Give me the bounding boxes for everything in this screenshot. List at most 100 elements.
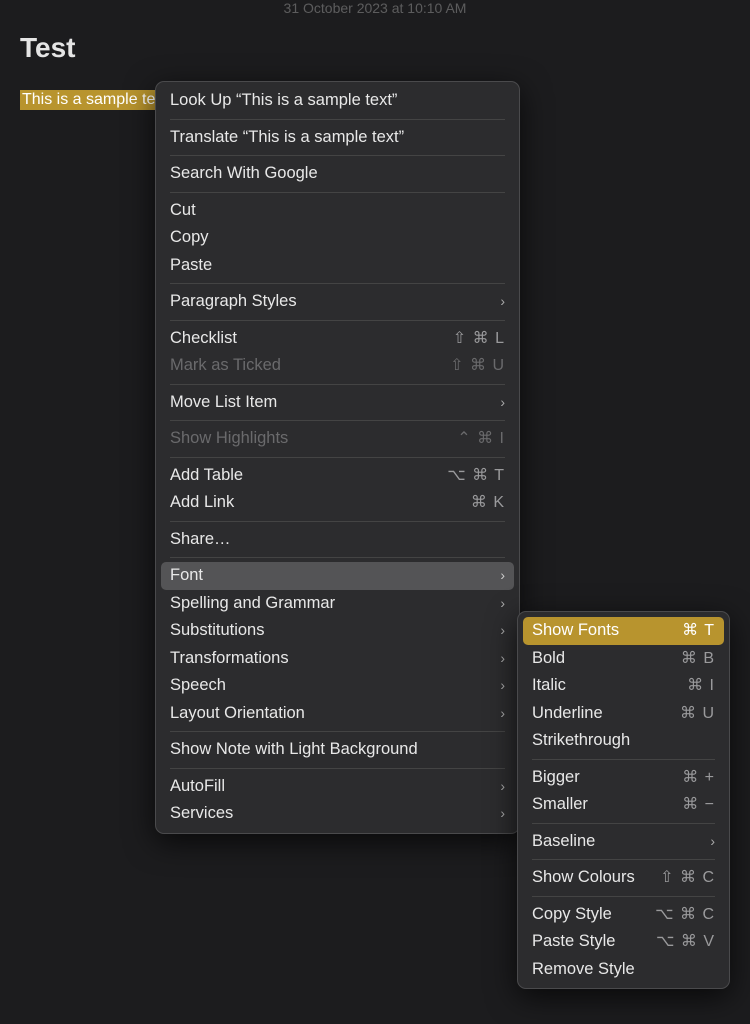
submenu-bold-label: Bold	[532, 648, 681, 670]
menu-spelling-label: Spelling and Grammar	[170, 593, 500, 615]
submenu-strikethrough[interactable]: Strikethrough	[518, 727, 729, 755]
menu-translate-label: Translate “This is a sample text”	[170, 127, 505, 149]
menu-copy-label: Copy	[170, 227, 505, 249]
menu-font-label: Font	[170, 565, 500, 587]
menu-separator	[170, 192, 505, 193]
menu-transformations-label: Transformations	[170, 648, 500, 670]
menu-cut[interactable]: Cut	[156, 197, 519, 225]
note-timestamp: 31 October 2023 at 10:10 AM	[0, 0, 750, 16]
menu-light-background[interactable]: Show Note with Light Background	[156, 736, 519, 764]
chevron-right-icon: ›	[500, 593, 505, 615]
menu-separator	[170, 521, 505, 522]
chevron-right-icon: ›	[500, 392, 505, 414]
menu-services[interactable]: Services›	[156, 800, 519, 828]
menu-light-bg-label: Show Note with Light Background	[170, 739, 505, 761]
chevron-right-icon: ›	[500, 675, 505, 697]
chevron-right-icon: ›	[500, 291, 505, 313]
menu-highlights-label: Show Highlights	[170, 428, 457, 450]
menu-separator	[532, 759, 715, 760]
menu-checklist-label: Checklist	[170, 328, 453, 350]
chevron-right-icon: ›	[500, 565, 505, 587]
menu-autofill[interactable]: AutoFill›	[156, 773, 519, 801]
menu-paragraph-styles[interactable]: Paragraph Styles›	[156, 288, 519, 316]
menu-lookup-label: Look Up “This is a sample text”	[170, 90, 505, 112]
submenu-remove-style[interactable]: Remove Style	[518, 956, 729, 984]
menu-speech[interactable]: Speech›	[156, 672, 519, 700]
menu-services-label: Services	[170, 803, 500, 825]
menu-add-table-label: Add Table	[170, 465, 447, 487]
menu-transformations[interactable]: Transformations›	[156, 645, 519, 673]
chevron-right-icon: ›	[500, 776, 505, 798]
menu-paste[interactable]: Paste	[156, 252, 519, 280]
menu-paste-label: Paste	[170, 255, 505, 277]
menu-layout-orientation[interactable]: Layout Orientation›	[156, 700, 519, 728]
note-title[interactable]: Test	[20, 32, 750, 64]
submenu-italic-shortcut: ⌘ I	[687, 675, 715, 697]
menu-search-label: Search With Google	[170, 163, 505, 185]
submenu-smaller-label: Smaller	[532, 794, 682, 816]
menu-separator	[170, 731, 505, 732]
font-submenu: Show Fonts⌘ T Bold⌘ B Italic⌘ I Underlin…	[517, 611, 730, 989]
menu-mark-ticked-shortcut: ⇧ ⌘ U	[450, 355, 505, 377]
menu-move-list-item[interactable]: Move List Item›	[156, 389, 519, 417]
submenu-bigger[interactable]: Bigger⌘ +	[518, 764, 729, 792]
menu-mark-ticked: Mark as Ticked⇧ ⌘ U	[156, 352, 519, 380]
menu-separator	[170, 283, 505, 284]
menu-add-link[interactable]: Add Link⌘ K	[156, 489, 519, 517]
menu-separator	[170, 420, 505, 421]
submenu-show-colours-shortcut: ⇧ ⌘ C	[660, 867, 715, 889]
menu-translate[interactable]: Translate “This is a sample text”	[156, 124, 519, 152]
menu-separator	[170, 119, 505, 120]
submenu-remove-style-label: Remove Style	[532, 959, 715, 981]
submenu-copy-style[interactable]: Copy Style⌥ ⌘ C	[518, 901, 729, 929]
menu-add-table[interactable]: Add Table⌥ ⌘ T	[156, 462, 519, 490]
chevron-right-icon: ›	[710, 831, 715, 853]
menu-add-table-shortcut: ⌥ ⌘ T	[447, 465, 505, 487]
submenu-smaller-shortcut: ⌘ −	[682, 794, 715, 816]
selected-text[interactable]: This is a sample text	[20, 90, 172, 110]
submenu-show-colours[interactable]: Show Colours⇧ ⌘ C	[518, 864, 729, 892]
menu-separator	[170, 155, 505, 156]
menu-substitutions-label: Substitutions	[170, 620, 500, 642]
submenu-smaller[interactable]: Smaller⌘ −	[518, 791, 729, 819]
menu-separator	[170, 384, 505, 385]
menu-speech-label: Speech	[170, 675, 500, 697]
menu-separator	[532, 823, 715, 824]
chevron-right-icon: ›	[500, 648, 505, 670]
menu-paragraph-label: Paragraph Styles	[170, 291, 500, 313]
submenu-bold-shortcut: ⌘ B	[681, 648, 715, 670]
submenu-underline[interactable]: Underline⌘ U	[518, 700, 729, 728]
menu-share-label: Share…	[170, 529, 505, 551]
menu-separator	[170, 457, 505, 458]
menu-copy[interactable]: Copy	[156, 224, 519, 252]
menu-separator	[170, 320, 505, 321]
menu-checklist[interactable]: Checklist⇧ ⌘ L	[156, 325, 519, 353]
submenu-copy-style-shortcut: ⌥ ⌘ C	[655, 904, 715, 926]
submenu-strikethrough-label: Strikethrough	[532, 730, 715, 752]
menu-layout-label: Layout Orientation	[170, 703, 500, 725]
submenu-paste-style-label: Paste Style	[532, 931, 656, 953]
menu-spelling-grammar[interactable]: Spelling and Grammar›	[156, 590, 519, 618]
submenu-show-fonts-label: Show Fonts	[532, 620, 682, 642]
submenu-show-fonts[interactable]: Show Fonts⌘ T	[523, 617, 724, 645]
submenu-underline-label: Underline	[532, 703, 680, 725]
menu-share[interactable]: Share…	[156, 526, 519, 554]
context-menu: Look Up “This is a sample text” Translat…	[155, 81, 520, 834]
menu-font[interactable]: Font›	[161, 562, 514, 590]
submenu-copy-style-label: Copy Style	[532, 904, 655, 926]
menu-autofill-label: AutoFill	[170, 776, 500, 798]
submenu-baseline[interactable]: Baseline›	[518, 828, 729, 856]
menu-search-google[interactable]: Search With Google	[156, 160, 519, 188]
submenu-paste-style-shortcut: ⌥ ⌘ V	[656, 931, 715, 953]
submenu-bigger-label: Bigger	[532, 767, 682, 789]
submenu-show-fonts-shortcut: ⌘ T	[682, 620, 715, 642]
submenu-italic[interactable]: Italic⌘ I	[518, 672, 729, 700]
menu-separator	[532, 896, 715, 897]
menu-cut-label: Cut	[170, 200, 505, 222]
menu-lookup[interactable]: Look Up “This is a sample text”	[156, 87, 519, 115]
menu-substitutions[interactable]: Substitutions›	[156, 617, 519, 645]
chevron-right-icon: ›	[500, 803, 505, 825]
submenu-bold[interactable]: Bold⌘ B	[518, 645, 729, 673]
submenu-paste-style[interactable]: Paste Style⌥ ⌘ V	[518, 928, 729, 956]
chevron-right-icon: ›	[500, 620, 505, 642]
